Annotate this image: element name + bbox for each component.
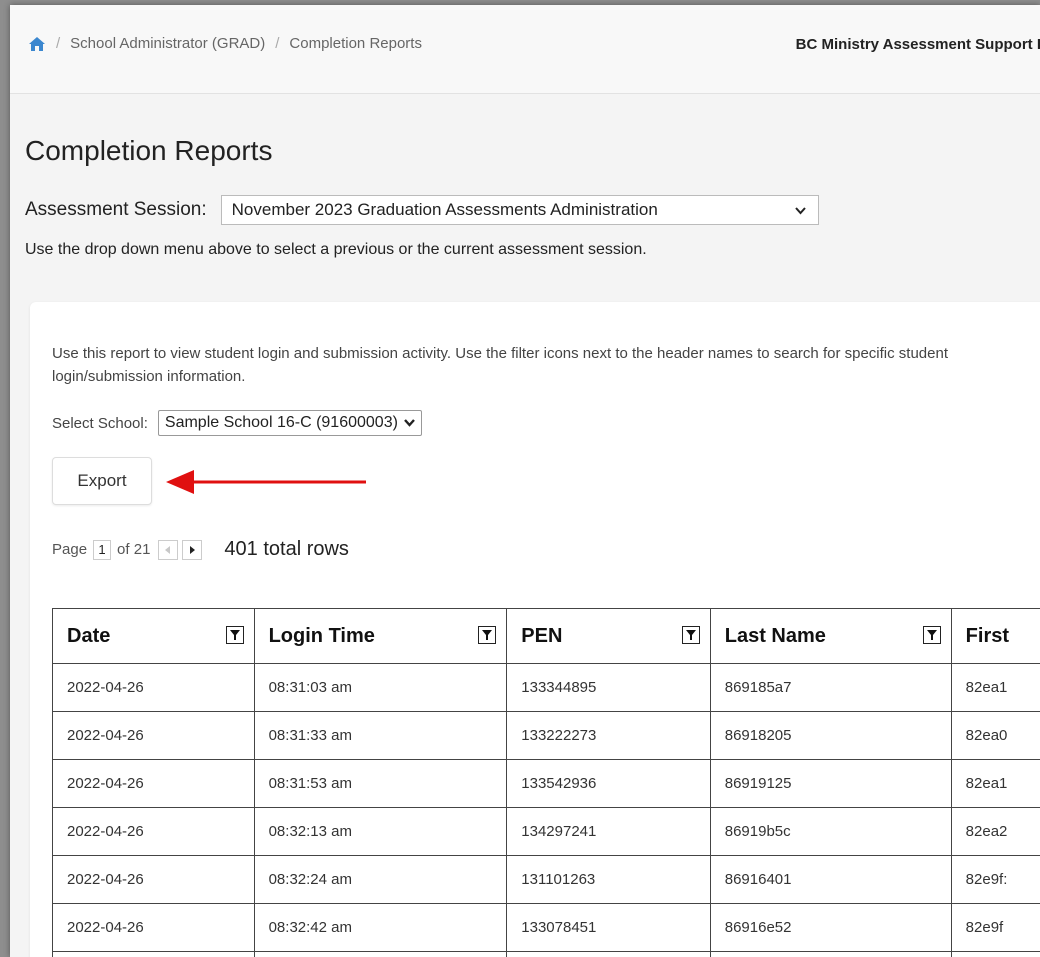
cell-last-name: 86916e52 [709, 903, 952, 952]
table-row[interactable]: 2022-04-26 08:31:33 am 133222273 86918205 82… [52, 711, 1040, 760]
assessment-session-value: November 2023 Graduation Assessments Adm… [231, 200, 658, 219]
cell-login-time: 08:31:53 am [253, 759, 508, 808]
filter-icon[interactable] [681, 626, 700, 644]
breadcrumb: / School Administrator (GRAD) / Completi… [28, 35, 422, 52]
cell-date: 2022-04-26 [52, 903, 255, 952]
cell-date: 2022-04-26 [52, 711, 255, 760]
organization-name[interactable]: BC Ministry Assessment Support L [796, 36, 1040, 53]
column-header-label: Login Time [268, 624, 375, 647]
browser-window: / School Administrator (GRAD) / Completi… [10, 5, 1040, 957]
table-row[interactable]: 2022-04-26 08:32:42 am 133078451 86916e52 82… [52, 903, 1040, 952]
chevron-down-icon [404, 416, 415, 430]
home-icon[interactable] [28, 36, 46, 52]
assessment-session-select[interactable]: November 2023 Graduation Assessments Adm… [220, 195, 819, 225]
cell-first-name [950, 951, 1040, 957]
cell-last-name: 86918205 [709, 711, 952, 760]
caret-left-icon [165, 545, 171, 554]
next-page-button[interactable] [182, 539, 203, 560]
cell-login-time: 08:32:13 am [253, 807, 508, 856]
cell-date: 2022-04-26 [52, 759, 255, 808]
completion-report-table: Date Login Time PEN Last Name First 2022… [52, 608, 1040, 957]
cell-pen: 131101263 [506, 855, 711, 904]
breadcrumb-separator: / [56, 35, 61, 52]
select-school-dropdown[interactable]: Sample School 16-C (91600003) [157, 410, 422, 436]
table-header-row: Date Login Time PEN Last Name First [52, 608, 1040, 664]
cell-first-name: 82ea2 [950, 807, 1040, 856]
breadcrumb-separator: / [275, 35, 280, 52]
cell-last-name: 86916401 [709, 855, 952, 904]
cell-last-name: 869185a7 [709, 663, 952, 712]
filter-icon[interactable] [922, 626, 941, 644]
select-school-label: Select School: [52, 414, 148, 432]
cell-first-name: 82ea1 [950, 759, 1040, 808]
filter-icon[interactable] [478, 626, 497, 644]
report-card: Use this report to view student login an… [30, 302, 1040, 957]
total-rows: 401 total rows [224, 538, 349, 560]
table-row[interactable]: 2022-04-26 08:31:53 am 133542936 86919125 82… [52, 759, 1040, 808]
cell-date: 2022-04-26 [52, 807, 255, 856]
cell-login-time: 08:31:03 am [253, 663, 508, 712]
assessment-session-label: Assessment Session: [25, 199, 207, 220]
pagination: Page 1 of 21 401 total rows [52, 538, 349, 561]
table-body: 2022-04-26 08:31:03 am 133344895 869185a7 82… [52, 663, 1040, 957]
export-button[interactable]: Export [52, 457, 152, 505]
chevron-down-icon [794, 203, 806, 218]
column-header-date[interactable]: Date [52, 608, 255, 664]
column-header-label: Date [67, 624, 111, 647]
column-header-pen[interactable]: PEN [506, 608, 711, 664]
breadcrumb-completion-reports[interactable]: Completion Reports [289, 35, 422, 52]
column-header-login-time[interactable]: Login Time [253, 608, 508, 664]
session-help-text: Use the drop down menu above to select a… [25, 241, 647, 258]
column-header-label: Last Name [724, 624, 826, 647]
table-row[interactable]: 2022-04-26 08:31:03 am 133344895 869185a7 82… [52, 663, 1040, 712]
filter-icon[interactable] [225, 626, 244, 644]
assessment-session-row: Assessment Session: November 2023 Gradua… [25, 195, 819, 225]
cell-last-name: 86919125 [709, 759, 952, 808]
arrow-pointer-icon [166, 470, 366, 494]
column-header-first-name[interactable]: First [950, 608, 1040, 664]
column-header-label: First [965, 624, 1010, 647]
cell-date: 2022-04-26 [52, 855, 255, 904]
breadcrumb-school-admin[interactable]: School Administrator (GRAD) [70, 35, 265, 52]
cell-pen: 133344895 [506, 663, 711, 712]
cell-last-name [709, 951, 952, 957]
page-label: Page [52, 541, 88, 558]
column-header-label: PEN [521, 624, 563, 647]
cell-login-time: 08:31:33 am [253, 711, 508, 760]
cell-first-name: 82e9f: [950, 855, 1040, 904]
top-bar: / School Administrator (GRAD) / Completi… [10, 5, 1040, 94]
cell-first-name: 82ea0 [950, 711, 1040, 760]
cell-last-name: 86919b5c [709, 807, 952, 856]
cell-pen: 133078451 [506, 903, 711, 952]
table-row[interactable]: 2022-04-26 08:32:13 am 134297241 86919b5c 82… [52, 807, 1040, 856]
page-number-input[interactable]: 1 [93, 539, 112, 560]
cell-login-time [253, 951, 508, 957]
cell-first-name: 82ea1 [950, 663, 1040, 712]
cell-pen [506, 951, 711, 957]
table-row[interactable]: 2022-04-26 08:32:24 am 131101263 86916401 82… [52, 855, 1040, 904]
cell-login-time: 08:32:42 am [253, 903, 508, 952]
cell-login-time: 08:32:24 am [253, 855, 508, 904]
cell-pen: 133222273 [506, 711, 711, 760]
page-title: Completion Reports [25, 135, 273, 166]
select-school-row: Select School: Sample School 16-C (91600… [52, 410, 422, 436]
column-header-last-name[interactable]: Last Name [709, 608, 952, 664]
table-row[interactable] [52, 951, 1040, 957]
caret-right-icon [190, 545, 196, 554]
report-intro: Use this report to view student login an… [52, 345, 949, 385]
cell-date [52, 951, 255, 957]
page-count: of 21 [117, 541, 151, 558]
previous-page-button[interactable] [158, 539, 179, 560]
cell-date: 2022-04-26 [52, 663, 255, 712]
select-school-value: Sample School 16-C (91600003) [164, 414, 398, 431]
cell-pen: 134297241 [506, 807, 711, 856]
cell-first-name: 82e9f [950, 903, 1040, 952]
cell-pen: 133542936 [506, 759, 711, 808]
